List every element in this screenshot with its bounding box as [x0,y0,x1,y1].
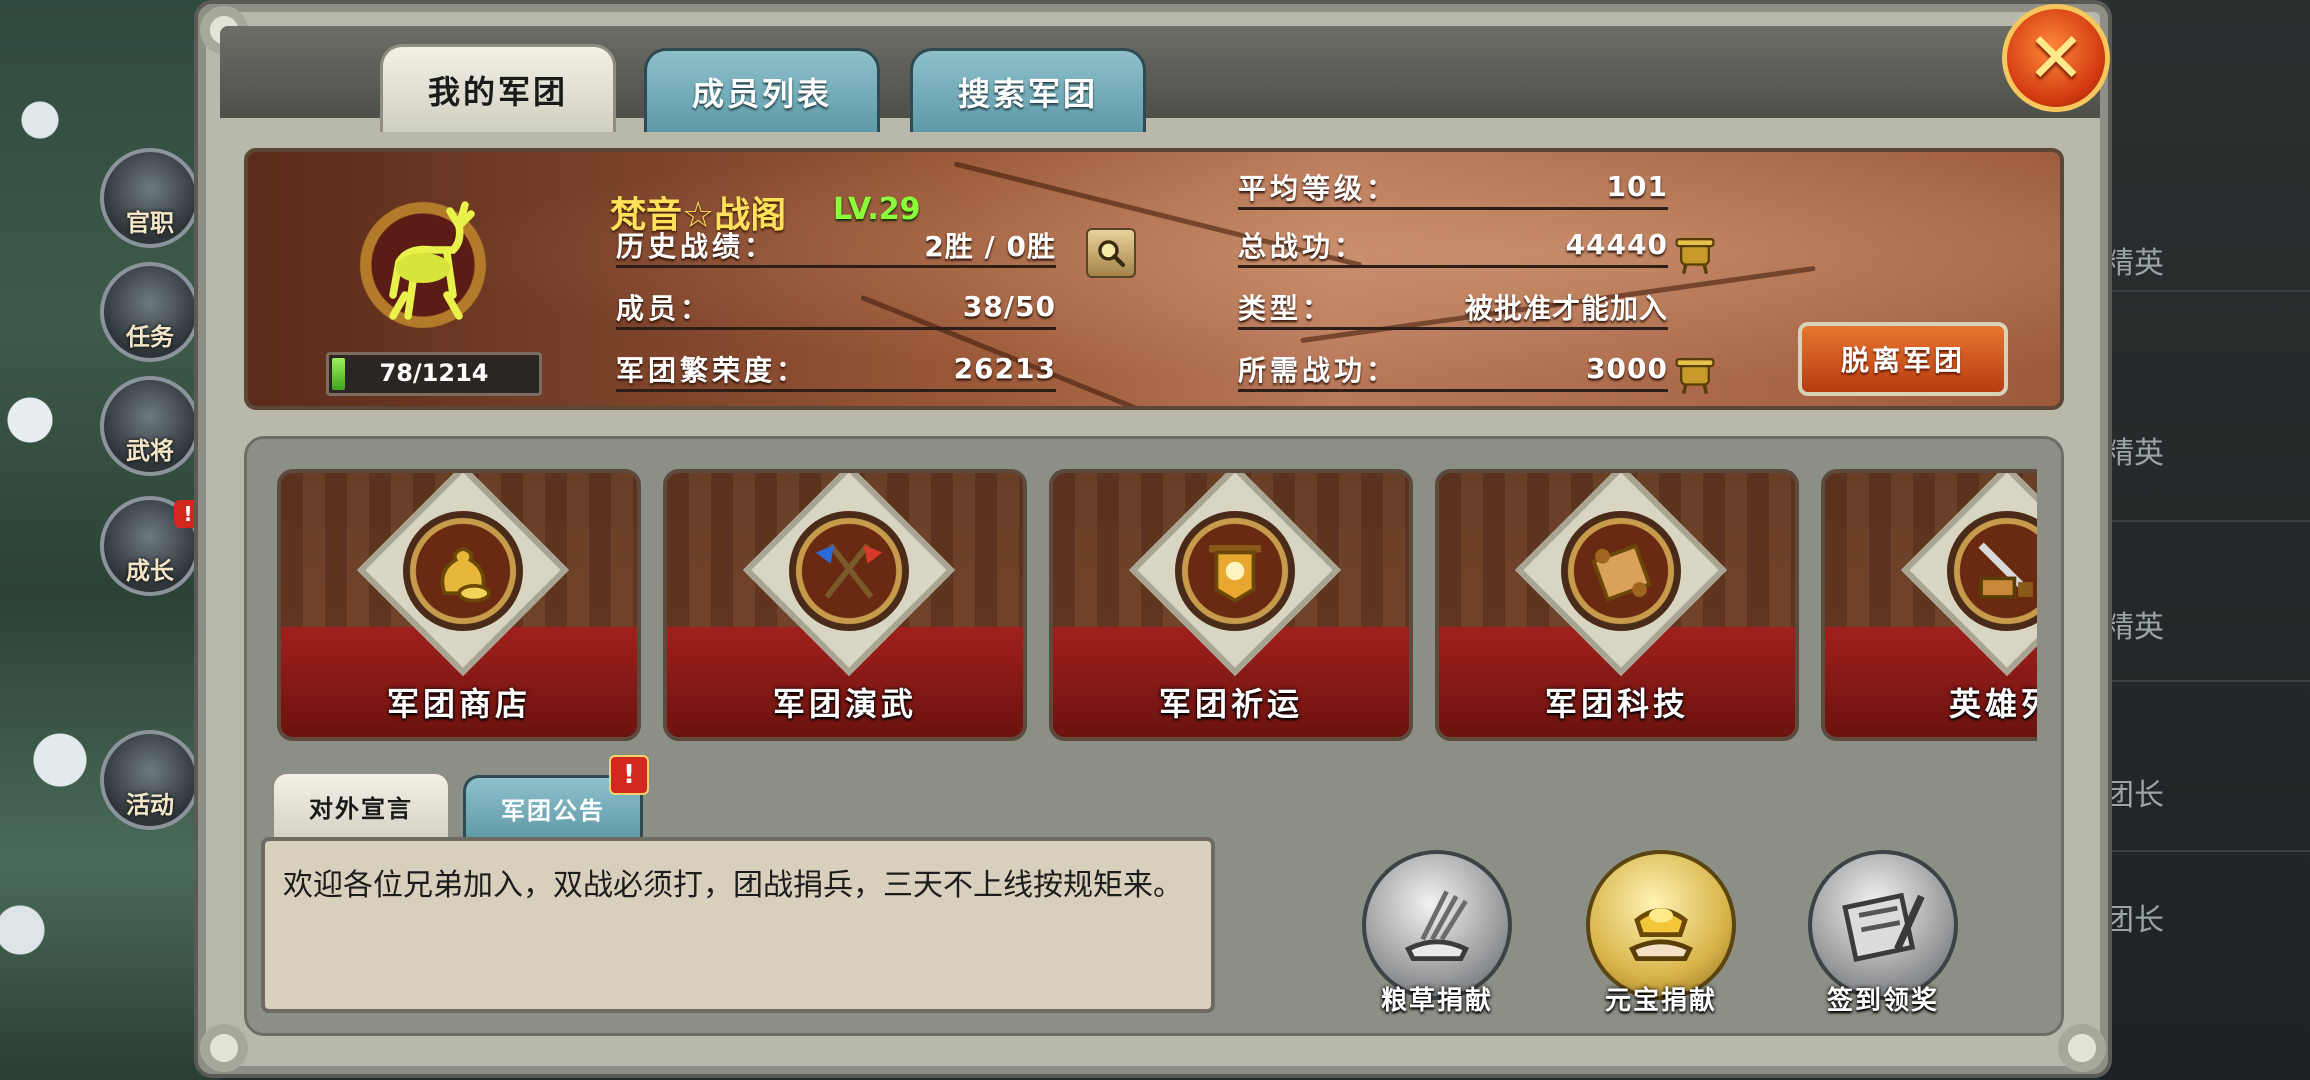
divider [2100,680,2310,682]
action-label: 签到领奖 [1826,986,1939,1016]
button-disc [1808,850,1958,1000]
magnifier-icon [1098,240,1126,268]
card-legion-blessing[interactable]: 军团祈运 [1049,469,1413,741]
legion-exp-bar: 78/1214 [326,352,542,396]
legion-emblem-deer-icon [348,180,498,350]
card-legion-shop[interactable]: 军团商店 [277,469,641,741]
bg-role-label: 精英 [2104,246,2164,281]
row-label: 军团繁荣度： [616,353,809,387]
row-label: 总战功： [1238,229,1367,263]
sub-tab-label: 军团公告 [501,797,605,825]
divider [2100,290,2310,292]
feature-cards-scroller[interactable]: 军团商店 军团演武 军团祈运 军团科技 英雄 [277,469,2037,745]
sign-in-reward-icon [1842,892,1925,963]
exp-text: 78/1214 [379,359,489,387]
corner-ornament [2054,1020,2110,1076]
button-disc [1586,850,1736,1000]
card-hero-list[interactable]: 英雄列 [1821,469,2037,741]
row-members: 成员： 38/50 [616,286,1056,330]
merit-ding-icon [1675,238,1715,275]
row-average-level: 平均等级： 101 [1238,166,1668,210]
row-label: 平均等级： [1238,171,1399,205]
card-label: 英雄列 [1948,685,2037,723]
side-button-label: 任务 [126,323,174,351]
crossed-flags-icon [789,511,909,631]
side-button-label: 活动 [126,791,174,819]
row-value: 2胜 / 0胜 [924,229,1056,263]
row-value: 26213 [953,352,1056,385]
sign-in-reward-button[interactable]: 签到领奖 [1799,841,1967,1016]
legion-info-banner: 78/1214 梵音☆战阁 LV.29 历史战绩： 2胜 / 0胜 成员： 38… [244,148,2064,410]
bg-role-label: 精英 [2104,610,2164,645]
background-right-list: 精英 精英 精英 团长 团长 [2100,0,2310,1080]
tab-declaration[interactable]: 对外宣言 [271,771,451,839]
side-button-general[interactable]: 武将 [100,376,200,476]
button-disc [1362,850,1512,1000]
side-button-event[interactable]: 活动 [100,730,200,830]
tab-label: 我的军团 [427,72,568,111]
row-label: 类型： [1238,291,1335,325]
ingot-donate-button[interactable]: 元宝捐献 [1577,841,1745,1016]
background-game-world: 官职 任务 武将 成长 ! 活动 [0,0,220,1080]
divider [2100,520,2310,522]
legion-panel: 我的军团 成员列表 搜索军团 ✕ 78/1214 梵音☆战阁 LV.29 历史战… [196,2,2110,1076]
tab-search-legion[interactable]: 搜索军团 [910,48,1146,132]
side-button-officer[interactable]: 官职 [100,148,200,248]
side-button-label: 官职 [126,209,174,237]
card-legion-tech[interactable]: 军团科技 [1435,469,1799,741]
tab-label: 搜索军团 [957,74,1098,113]
side-button-label: 武将 [126,437,174,465]
sub-tab-label: 对外宣言 [309,795,413,823]
leave-legion-button[interactable]: 脱离军团 [1798,322,2008,396]
divider [2100,850,2310,852]
row-label: 历史战绩： [616,229,777,263]
alert-badge: ! [609,755,649,795]
action-label: 粮草捐献 [1380,986,1493,1016]
close-x-icon: ✕ [2026,17,2086,99]
row-value: 被批准才能加入 [1464,291,1668,325]
leave-legion-label: 脱离军团 [1840,344,1965,377]
row-value: 3000 [1586,352,1668,385]
bg-role-label: 团长 [2104,778,2164,813]
bg-role-label: 精英 [2104,436,2164,471]
legion-level: LV.29 [833,192,921,227]
tab-member-list[interactable]: 成员列表 [644,48,880,132]
tab-label: 成员列表 [691,74,832,113]
banner-icon [1175,511,1295,631]
bg-role-label: 团长 [2104,903,2164,938]
card-label: 军团演武 [772,685,917,723]
row-prosperity: 军团繁荣度： 26213 [616,348,1056,392]
close-button[interactable]: ✕ [2002,4,2110,112]
row-history-record: 历史战绩： 2胜 / 0胜 [616,224,1056,268]
card-label: 军团祈运 [1158,685,1303,723]
tab-bar: 我的军团 成员列表 搜索军团 [220,26,2100,132]
announcement-text: 欢迎各位兄弟加入，双战必须打，团战捐兵，三天不上线按规矩来。 [261,837,1215,1013]
row-label: 成员： [616,291,713,325]
row-label: 所需战功： [1238,353,1399,387]
corner-ornament [196,1020,252,1076]
legion-features-area: 军团商店 军团演武 军团祈运 军团科技 英雄 对外宣言 军团公告 ! 欢迎各位兄… [244,436,2064,1036]
grain-donate-icon [1404,890,1470,961]
side-button-label: 成长 [126,557,174,585]
card-label: 军团科技 [1544,685,1689,723]
tab-my-legion[interactable]: 我的军团 [380,44,616,132]
row-value: 44440 [1565,228,1668,261]
scroll-icon [1561,511,1681,631]
ingot-donate-icon [1628,908,1694,961]
action-label: 元宝捐献 [1604,986,1717,1016]
money-bag-icon [403,511,523,631]
row-value: 38/50 [962,290,1056,323]
row-type: 类型： 被批准才能加入 [1238,286,1668,330]
row-total-merit: 总战功： 44440 [1238,224,1668,268]
view-record-button[interactable] [1086,228,1136,278]
card-label: 军团商店 [386,685,531,723]
row-value: 101 [1606,170,1668,203]
side-button-task[interactable]: 任务 [100,262,200,362]
card-legion-drill[interactable]: 军团演武 [663,469,1027,741]
row-required-merit: 所需战功： 3000 [1238,348,1668,392]
merit-ding-icon [1675,358,1715,395]
side-button-growth[interactable]: 成长 ! [100,496,202,596]
grain-donate-button[interactable]: 粮草捐献 [1353,841,1521,1016]
